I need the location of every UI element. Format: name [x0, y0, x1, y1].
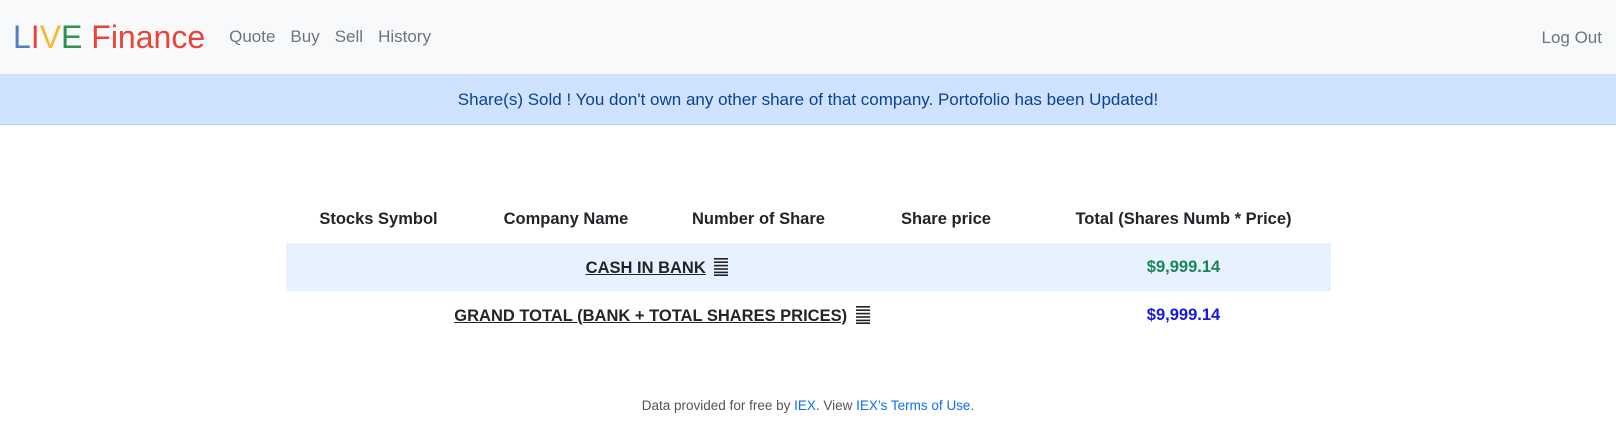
portfolio-table: Stocks Symbol Company Name Number of Sha… — [286, 195, 1331, 339]
header-company-name: Company Name — [503, 209, 629, 228]
grand-total-label-cell: GRAND TOTAL (BANK + TOTAL SHARES PRICES) — [286, 291, 1036, 339]
header-number-of-share: Number of Share — [692, 209, 825, 228]
grand-total-row: GRAND TOTAL (BANK + TOTAL SHARES PRICES)… — [286, 291, 1331, 339]
footer-attribution: Data provided for free by IEX. View IEX’… — [0, 398, 1616, 413]
nav-link-buy[interactable]: Buy — [290, 27, 319, 47]
nav-link-history[interactable]: History — [378, 27, 431, 47]
footer-middle: . View — [815, 398, 857, 413]
logout-link[interactable]: Log Out — [1542, 28, 1603, 48]
header-stocks-symbol: Stocks Symbol — [319, 209, 438, 228]
brand-word-finance: Finance — [82, 19, 206, 55]
brand-logo[interactable]: L I V E Finance — [13, 21, 205, 53]
footer-suffix: . — [970, 398, 975, 413]
iex-link[interactable]: IEX — [794, 398, 816, 413]
alert-message: Share(s) Sold ! You don't own any other … — [457, 89, 1159, 109]
cash-in-bank-link[interactable]: CASH IN BANK — [586, 259, 706, 277]
list-lines-icon[interactable] — [855, 305, 870, 324]
cash-label-cell: CASH IN BANK — [286, 243, 1036, 291]
table-header-row: Stocks Symbol Company Name Number of Sha… — [286, 195, 1331, 243]
navbar: L I V E Finance Quote Buy Sell History L… — [0, 0, 1616, 75]
iex-terms-link[interactable]: IEX’s Terms of Use — [856, 398, 970, 413]
footer-prefix: Data provided for free by — [641, 398, 795, 413]
list-lines-icon[interactable] — [714, 257, 729, 276]
nav-link-quote[interactable]: Quote — [229, 27, 275, 47]
main-content: Stocks Symbol Company Name Number of Sha… — [0, 125, 1616, 443]
alert-banner: Share(s) Sold ! You don't own any other … — [0, 75, 1616, 125]
cash-row: CASH IN BANK $9,999.14 — [286, 243, 1331, 291]
brand-letter-e: E — [61, 19, 83, 55]
cash-value: $9,999.14 — [1036, 243, 1331, 291]
grand-total-link[interactable]: GRAND TOTAL (BANK + TOTAL SHARES PRICES) — [454, 307, 847, 325]
header-share-price: Share price — [901, 209, 991, 228]
brand-letter-l: L — [13, 19, 31, 55]
nav-link-sell[interactable]: Sell — [335, 27, 363, 47]
header-total: Total (Shares Numb * Price) — [1075, 209, 1292, 228]
nav-right: Log Out — [1542, 0, 1603, 75]
grand-total-value: $9,999.14 — [1146, 305, 1221, 324]
nav-links: Quote Buy Sell History — [229, 27, 446, 47]
brand-letter-i: I — [30, 19, 40, 55]
brand-letter-v: V — [39, 19, 62, 55]
